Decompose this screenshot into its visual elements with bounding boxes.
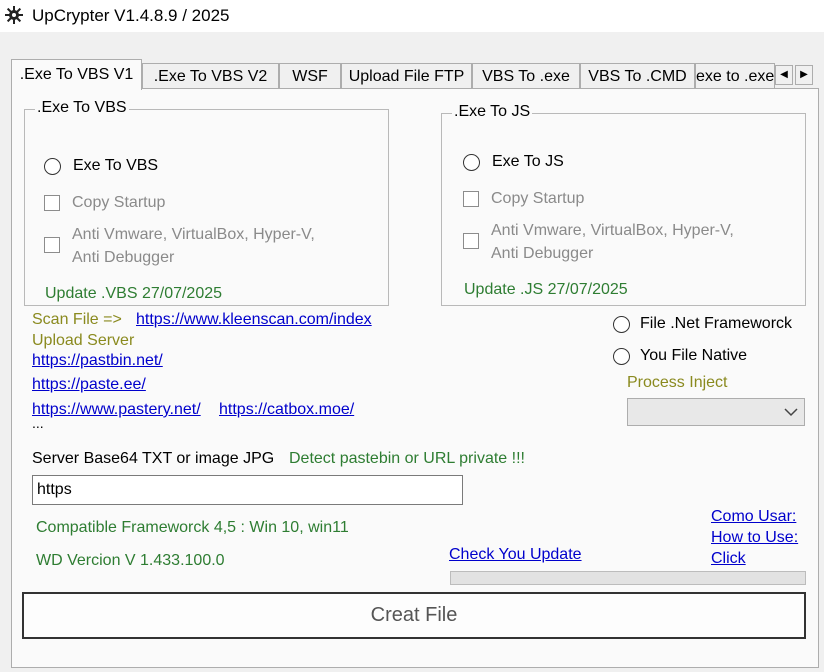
tab-panel: .Exe To VBS Exe To VBS Copy Startup Anti… xyxy=(11,88,819,668)
detect-pastebin-label: Detect pastebin or URL private !!! xyxy=(289,450,525,467)
how-to-use-link[interactable]: How to Use: xyxy=(711,529,798,547)
tab-strip: .Exe To VBS V1 .Exe To VBS V2 WSF Upload… xyxy=(11,59,819,90)
tab-exe-to-exe[interactable]: exe to .exe xyxy=(695,63,775,89)
native-file-radio[interactable] xyxy=(613,348,630,365)
check-update-link[interactable]: Check You Update xyxy=(449,546,582,564)
tab-scroll-left-button[interactable]: ◀ xyxy=(775,65,793,85)
server-url-input[interactable]: https xyxy=(32,475,463,505)
click-link[interactable]: Click xyxy=(711,550,746,568)
vbs-copy-startup-checkbox[interactable] xyxy=(44,195,60,211)
vbs-update-date: Update .VBS 27/07/2025 xyxy=(45,285,223,302)
version-text: WD Vercion V 1.433.100.0 xyxy=(36,552,225,569)
tab-vbs-to-cmd[interactable]: VBS To .CMD xyxy=(580,63,695,89)
native-file-label: You File Native xyxy=(640,347,748,364)
exe-to-vbs-group: .Exe To VBS Exe To VBS Copy Startup Anti… xyxy=(24,99,389,306)
window-title: UpCrypter V1.4.8.9 / 2025 xyxy=(32,6,230,25)
exe-to-js-radio-label: Exe To JS xyxy=(492,153,564,170)
vbs-anti-vm-label-line2: Anti Debugger xyxy=(72,249,175,266)
tab-wsf[interactable]: WSF xyxy=(279,63,341,89)
exe-to-js-group: .Exe To JS Exe To JS Copy Startup Anti V… xyxy=(441,103,806,306)
vbs-anti-vm-checkbox[interactable] xyxy=(44,237,60,253)
como-usar-link[interactable]: Como Usar: xyxy=(711,508,796,526)
kleenscan-link[interactable]: https://www.kleenscan.com/index xyxy=(136,311,372,329)
main-window: .Exe To VBS V1 .Exe To VBS V2 WSF Upload… xyxy=(0,32,824,672)
pastery-link[interactable]: https://www.pastery.net/ xyxy=(32,401,201,419)
vbs-anti-vm-label-line1: Anti Vmware, VirtualBox, Hyper-V, xyxy=(72,226,315,243)
creat-file-button[interactable]: Creat File xyxy=(22,592,806,639)
exe-to-vbs-radio[interactable] xyxy=(44,158,61,175)
tab-exe-to-vbs-v1[interactable]: .Exe To VBS V1 xyxy=(11,59,142,90)
js-copy-startup-label: Copy Startup xyxy=(491,190,585,207)
js-copy-startup-checkbox[interactable] xyxy=(463,191,479,207)
process-inject-select[interactable] xyxy=(627,398,805,426)
scan-file-label: Scan File => xyxy=(32,311,122,328)
js-anti-vm-checkbox[interactable] xyxy=(463,233,479,249)
server-base64-label: Server Base64 TXT or image JPG xyxy=(32,450,275,467)
title-bar: UpCrypter V1.4.8.9 / 2025 xyxy=(0,0,824,32)
catbox-link[interactable]: https://catbox.moe/ xyxy=(219,401,354,419)
tab-vbs-to-exe[interactable]: VBS To .exe xyxy=(472,63,580,89)
pastbin-link[interactable]: https://pastbin.net/ xyxy=(32,352,163,370)
tab-scroll-right-button[interactable]: ▶ xyxy=(795,65,813,85)
exe-to-vbs-radio-label: Exe To VBS xyxy=(73,157,159,174)
exe-to-js-radio[interactable] xyxy=(463,154,480,171)
net-framework-radio[interactable] xyxy=(613,316,630,333)
tab-exe-to-vbs-v2[interactable]: .Exe To VBS V2 xyxy=(142,63,279,89)
compatible-framework-text: Compatible Frameworck 4,5 : Win 10, win1… xyxy=(36,519,349,536)
update-progress-bar xyxy=(450,571,806,585)
js-anti-vm-label-line2: Anti Debugger xyxy=(491,245,594,262)
process-inject-label: Process Inject xyxy=(627,374,728,391)
exe-to-js-legend: .Exe To JS xyxy=(452,103,533,121)
js-update-date: Update .JS 27/07/2025 xyxy=(464,281,628,298)
js-anti-vm-label-line1: Anti Vmware, VirtualBox, Hyper-V, xyxy=(491,222,734,239)
paste-ee-link[interactable]: https://paste.ee/ xyxy=(32,376,146,394)
chevron-down-icon[interactable] xyxy=(778,399,804,425)
exe-to-vbs-legend: .Exe To VBS xyxy=(35,99,129,117)
tab-upload-file-ftp[interactable]: Upload File FTP xyxy=(341,63,472,89)
vbs-copy-startup-label: Copy Startup xyxy=(72,194,166,211)
gear-icon xyxy=(5,6,23,24)
net-framework-label: File .Net Frameworck xyxy=(640,315,793,332)
upload-server-label: Upload Server xyxy=(32,332,135,349)
more-links-ellipsis: ... xyxy=(32,415,44,431)
